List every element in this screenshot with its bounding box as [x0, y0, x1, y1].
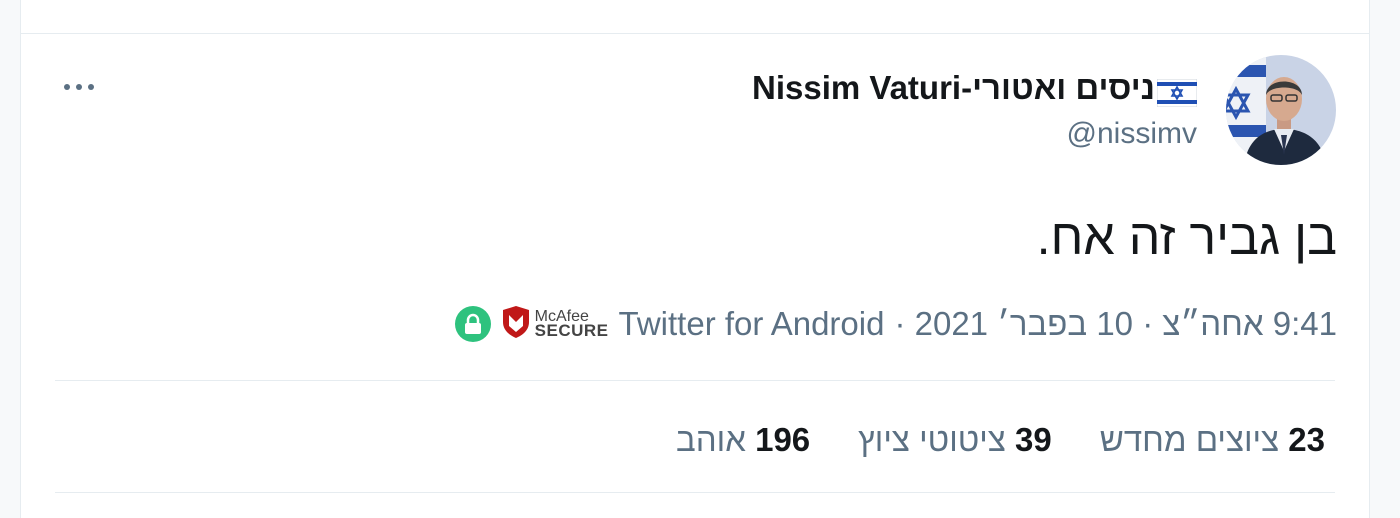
tweet-timestamp[interactable]: 9:41 אחה״צ · 10 בפבר׳ 2021 ·: [894, 305, 1337, 343]
tweet-source[interactable]: Twitter for Android: [619, 305, 885, 343]
likes-stat[interactable]: 196 אוהב: [676, 421, 810, 459]
likes-label: אוהב: [675, 421, 746, 458]
mcafee-secure-badge: McAfee SECURE: [501, 305, 609, 343]
quotes-stat[interactable]: 39 ציטוטי ציוץ: [858, 421, 1052, 459]
stats-divider: [55, 492, 1335, 493]
retweets-stat[interactable]: 23 ציוצים מחדש: [1100, 421, 1325, 459]
mcafee-line2: SECURE: [534, 321, 609, 340]
israel-flag-icon: [1156, 74, 1198, 108]
retweets-count: 23: [1288, 421, 1325, 458]
author-identity: ניסים ואטורי-Nissim Vaturi @nissimv: [752, 66, 1198, 154]
quotes-count: 39: [1015, 421, 1052, 458]
quotes-label: ציטוטי ציוץ: [858, 421, 1006, 458]
mcafee-shield-icon: [501, 305, 531, 343]
avatar[interactable]: [1226, 55, 1336, 165]
author-display-name-row[interactable]: ניסים ואטורי-Nissim Vaturi: [752, 66, 1198, 110]
top-divider: [21, 33, 1369, 34]
tweet-meta: McAfee SECURE Twitter for Android 9:41 א…: [454, 300, 1337, 348]
lock-icon: [454, 306, 491, 342]
author-handle[interactable]: @nissimv: [752, 114, 1197, 154]
meta-divider: [55, 380, 1335, 381]
tweet-text: בן גביר זה אח.: [1036, 209, 1337, 265]
more-options-icon[interactable]: [57, 72, 101, 102]
likes-count: 196: [755, 421, 811, 458]
tweet-card: ניסים ואטורי-Nissim Vaturi @nissimv בן ג…: [20, 0, 1370, 518]
tweet-stats: 23 ציוצים מחדש 39 ציטוטי ציוץ 196 אוהב: [676, 418, 1325, 462]
author-display-name: ניסים ואטורי-Nissim Vaturi: [752, 69, 1155, 106]
retweets-label: ציוצים מחדש: [1099, 421, 1280, 458]
